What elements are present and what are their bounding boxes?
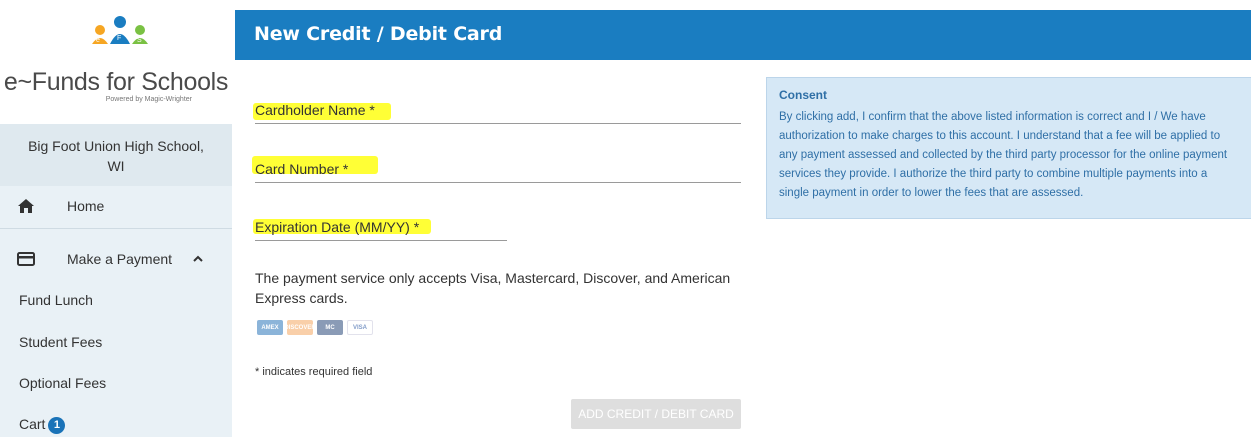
sidebar-item-cart[interactable]: Cart 1: [19, 416, 66, 434]
expiration-date-field[interactable]: Expiration Date (MM/YY) *: [255, 215, 507, 241]
sidebar: e F S e~Funds for Schools Powered by Mag…: [0, 0, 232, 437]
cart-label: Cart: [19, 416, 46, 432]
cardholder-name-label: Cardholder Name *: [255, 102, 375, 118]
svg-text:S: S: [137, 37, 142, 44]
home-icon: [18, 199, 34, 213]
expiration-date-label: Expiration Date (MM/YY) *: [255, 219, 420, 235]
credit-card-icon: [17, 252, 35, 266]
school-name: Big Foot Union High School, WI: [0, 124, 232, 186]
add-card-button[interactable]: ADD CREDIT / DEBIT CARD: [571, 399, 741, 429]
sidebar-item-student-fees[interactable]: Student Fees: [19, 334, 102, 350]
card-number-field[interactable]: Card Number *: [255, 157, 741, 183]
divider: [0, 228, 232, 229]
sidebar-item-label: Home: [67, 198, 105, 214]
sidebar-item-optional-fees[interactable]: Optional Fees: [19, 375, 106, 391]
page-title: New Credit / Debit Card: [254, 23, 503, 45]
cart-count-badge: 1: [48, 417, 66, 434]
amex-icon: AMEX: [257, 320, 283, 335]
sidebar-item-fund-lunch[interactable]: Fund Lunch: [19, 292, 93, 308]
consent-title: Consent: [779, 88, 827, 102]
card-logos: AMEX DISCOVER MC VISA: [257, 320, 373, 335]
efs-logo-icon: e F S: [92, 16, 148, 44]
sidebar-item-label: Make a Payment: [67, 251, 173, 267]
discover-icon: DISCOVER: [284, 320, 316, 335]
accepted-cards-note: The payment service only accepts Visa, M…: [255, 270, 731, 306]
brand-subtitle: Powered by Magic-Wrighter: [105, 96, 192, 103]
sidebar-item-make-payment[interactable]: Make a Payment: [0, 239, 232, 279]
required-field-note: * indicates required field: [255, 366, 373, 378]
brand-name: e~Funds for Schools: [3, 68, 229, 96]
sidebar-item-home[interactable]: Home: [0, 186, 232, 226]
consent-box: Consent By clicking add, I confirm that …: [766, 77, 1251, 219]
svg-text:F: F: [117, 35, 121, 42]
card-number-label: Card Number *: [255, 161, 349, 177]
consent-text: By clicking add, I confirm that the abov…: [779, 111, 1228, 199]
svg-text:e: e: [96, 37, 100, 44]
visa-icon: VISA: [347, 320, 373, 335]
chevron-up-icon[interactable]: [192, 253, 204, 265]
page-header: New Credit / Debit Card: [235, 10, 1251, 60]
mastercard-icon: MC: [317, 320, 343, 335]
cardholder-name-field[interactable]: Cardholder Name *: [255, 98, 741, 124]
